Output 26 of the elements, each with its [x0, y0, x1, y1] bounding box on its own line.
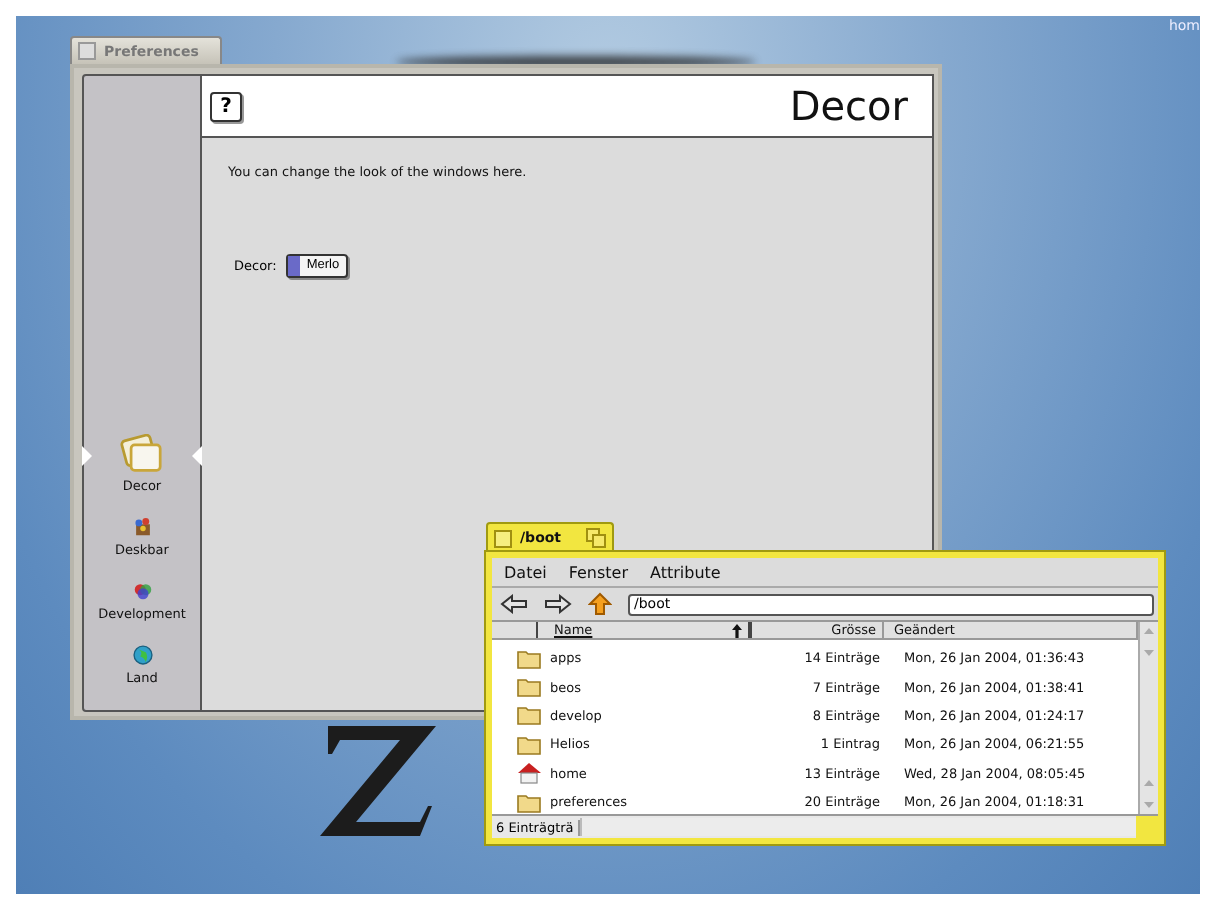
folder-icon — [516, 647, 542, 670]
back-arrow-icon[interactable] — [500, 594, 528, 614]
help-button[interactable]: ? — [210, 91, 242, 121]
close-icon[interactable] — [494, 529, 512, 547]
close-icon[interactable] — [78, 42, 96, 60]
folder-icon — [516, 704, 542, 727]
folder-icon — [516, 676, 542, 699]
menu-item[interactable]: Datei — [504, 563, 547, 581]
up-arrow-icon[interactable] — [588, 592, 612, 616]
color-dots-icon — [131, 580, 153, 602]
folder-icon — [516, 733, 542, 756]
zoom-icon[interactable] — [586, 528, 606, 548]
globe-icon — [131, 644, 153, 666]
menu-item[interactable]: Attribute — [650, 563, 721, 581]
selection-marker-icon — [82, 446, 92, 466]
sort-arrow-icon — [732, 623, 742, 637]
horizontal-scrollbar[interactable] — [579, 818, 1136, 836]
forward-arrow-icon[interactable] — [544, 594, 572, 614]
house-icon — [516, 762, 542, 785]
vertical-scrollbar[interactable] — [1138, 622, 1158, 814]
paint-box-icon — [131, 516, 153, 538]
resize-handle-icon[interactable] — [1136, 816, 1158, 838]
windows-icon — [120, 434, 164, 474]
menu-item[interactable]: Fenster — [568, 563, 629, 581]
logo-drawing — [320, 726, 440, 836]
panel-title: Decor — [789, 82, 908, 130]
